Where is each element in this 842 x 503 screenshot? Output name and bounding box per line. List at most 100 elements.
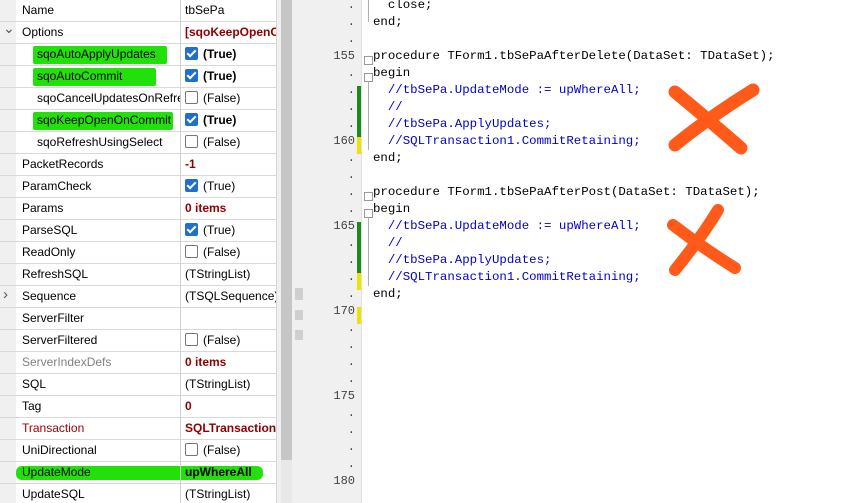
property-row-name[interactable]: Name tbSePa	[0, 0, 276, 22]
column-divider[interactable]	[180, 462, 181, 483]
property-value[interactable]: (True)	[185, 69, 276, 83]
fold-toggle-icon[interactable]	[364, 209, 373, 218]
property-row-updatesql[interactable]: UpdateSQL (TStringList)	[0, 484, 276, 503]
column-divider[interactable]	[180, 264, 181, 285]
source-editor[interactable]: ... 155.... 160.... 165.... 170.... 175.... 18…	[303, 0, 842, 503]
property-name: ServerIndexDefs	[22, 355, 112, 369]
property-row-packetrecords[interactable]: PacketRecords -1	[0, 154, 276, 176]
property-value[interactable]: (True)	[185, 113, 276, 127]
property-value[interactable]: 0	[185, 399, 276, 413]
property-value[interactable]: 0 items	[185, 355, 276, 369]
column-divider[interactable]	[180, 88, 181, 109]
column-divider[interactable]	[180, 66, 181, 87]
property-value[interactable]: tbSePa	[185, 3, 276, 17]
checkbox[interactable]	[185, 245, 198, 258]
column-divider[interactable]	[180, 374, 181, 395]
property-value[interactable]: 0 items	[185, 201, 276, 215]
checkbox[interactable]	[185, 443, 198, 456]
property-value[interactable]: (True)	[185, 179, 276, 193]
checkbox[interactable]	[185, 69, 198, 82]
property-value[interactable]: (True)	[185, 47, 276, 61]
property-row-sequence[interactable]: › Sequence (TSQLSequence)	[0, 286, 276, 308]
property-name: sqoAutoCommit	[37, 69, 123, 83]
row-gutter	[0, 198, 16, 219]
property-row-params[interactable]: Params 0 items	[0, 198, 276, 220]
fold-toggle-icon[interactable]	[364, 73, 373, 82]
column-divider[interactable]	[180, 352, 181, 373]
chevron-down-icon[interactable]: ⌄	[3, 20, 15, 37]
property-row-serverindexdefs[interactable]: ServerIndexDefs 0 items	[0, 352, 276, 374]
column-divider[interactable]	[180, 22, 181, 43]
column-divider[interactable]	[180, 242, 181, 263]
fold-line	[368, 0, 369, 22]
column-divider[interactable]	[180, 484, 181, 503]
row-gutter	[0, 352, 16, 373]
checkbox[interactable]	[185, 91, 198, 104]
property-value[interactable]: SQLTransaction1	[185, 421, 276, 435]
property-row-sqorefreshusingselect[interactable]: sqoRefreshUsingSelect (False)	[0, 132, 276, 154]
property-value[interactable]: -1	[185, 157, 276, 171]
property-row-sqoautoapplyupdates[interactable]: sqoAutoApplyUpdates (True)	[0, 44, 276, 66]
column-divider[interactable]	[180, 132, 181, 153]
property-row-updatemode[interactable]: UpdateMode upWhereAll	[0, 462, 276, 484]
column-divider[interactable]	[180, 154, 181, 175]
property-value[interactable]: (TStringList)	[185, 267, 276, 281]
property-value-text: (False)	[203, 443, 241, 457]
property-value[interactable]: (False)	[185, 443, 276, 457]
property-value[interactable]: (False)	[185, 91, 276, 105]
checkbox[interactable]	[185, 179, 198, 192]
checkbox[interactable]	[185, 135, 198, 148]
fold-toggle-icon[interactable]	[364, 192, 373, 201]
column-divider[interactable]	[180, 44, 181, 65]
column-divider[interactable]	[180, 440, 181, 461]
property-value[interactable]: (False)	[185, 333, 276, 347]
checkbox[interactable]	[185, 333, 198, 346]
checkbox[interactable]	[185, 223, 198, 236]
column-divider[interactable]	[180, 110, 181, 131]
property-row-sqocancelupdatesonrefresh[interactable]: sqoCancelUpdatesOnRefresh (False)	[0, 88, 276, 110]
cross-mark-icon	[668, 83, 760, 155]
property-row-options[interactable]: ⌄ Options [sqoKeepOpenOnCommit]	[0, 20, 276, 44]
row-gutter	[0, 308, 16, 329]
column-divider[interactable]	[180, 220, 181, 241]
inspector-scrollbar-area[interactable]	[276, 0, 304, 503]
property-row-serverfiltered[interactable]: ServerFiltered (False)	[0, 330, 276, 352]
property-row-tag[interactable]: Tag 0	[0, 396, 276, 418]
property-value[interactable]: (TStringList)	[185, 377, 276, 391]
property-row-serverfilter[interactable]: ServerFilter	[0, 308, 276, 330]
column-divider[interactable]	[180, 286, 181, 307]
chevron-right-icon[interactable]: ›	[3, 286, 8, 303]
property-value[interactable]: (True)	[185, 223, 276, 237]
column-divider[interactable]	[180, 198, 181, 219]
property-name: UpdateMode	[22, 465, 91, 479]
column-divider[interactable]	[180, 176, 181, 197]
property-row-sqokeepopenoncommit[interactable]: sqoKeepOpenOnCommit (True)	[0, 110, 276, 132]
column-divider[interactable]	[180, 396, 181, 417]
column-divider[interactable]	[180, 330, 181, 351]
property-name: Tag	[22, 399, 42, 413]
property-value-text: tbSePa	[185, 3, 225, 17]
property-row-readonly[interactable]: ReadOnly (False)	[0, 242, 276, 264]
property-value[interactable]: (False)	[185, 245, 276, 259]
property-row-transaction[interactable]: Transaction SQLTransaction1	[0, 418, 276, 440]
property-row-sqoautocommit[interactable]: sqoAutoCommit (True)	[0, 66, 276, 88]
property-value[interactable]: (TSQLSequence)	[185, 289, 276, 303]
property-row-parsesql[interactable]: ParseSQL (True)	[0, 220, 276, 242]
scrollbar-thumb[interactable]	[281, 0, 292, 460]
property-value[interactable]: [sqoKeepOpenOnCommit]	[185, 25, 276, 39]
column-divider[interactable]	[180, 0, 181, 21]
property-row-sql[interactable]: SQL (TStringList)	[0, 374, 276, 396]
property-row-refreshsql[interactable]: RefreshSQL (TStringList)	[0, 264, 276, 286]
property-name: Transaction	[22, 421, 85, 435]
row-gutter	[0, 418, 16, 439]
property-value[interactable]: (False)	[185, 135, 276, 149]
column-divider[interactable]	[180, 418, 181, 439]
column-divider[interactable]	[180, 308, 181, 329]
property-row-unidirectional[interactable]: UniDirectional (False)	[0, 440, 276, 462]
property-row-paramcheck[interactable]: ParamCheck (True)	[0, 176, 276, 198]
property-value[interactable]: upWhereAll	[185, 465, 276, 479]
checkbox[interactable]	[185, 47, 198, 60]
checkbox[interactable]	[185, 113, 198, 126]
property-value[interactable]: (TStringList)	[185, 487, 276, 501]
fold-toggle-icon[interactable]	[364, 56, 373, 65]
